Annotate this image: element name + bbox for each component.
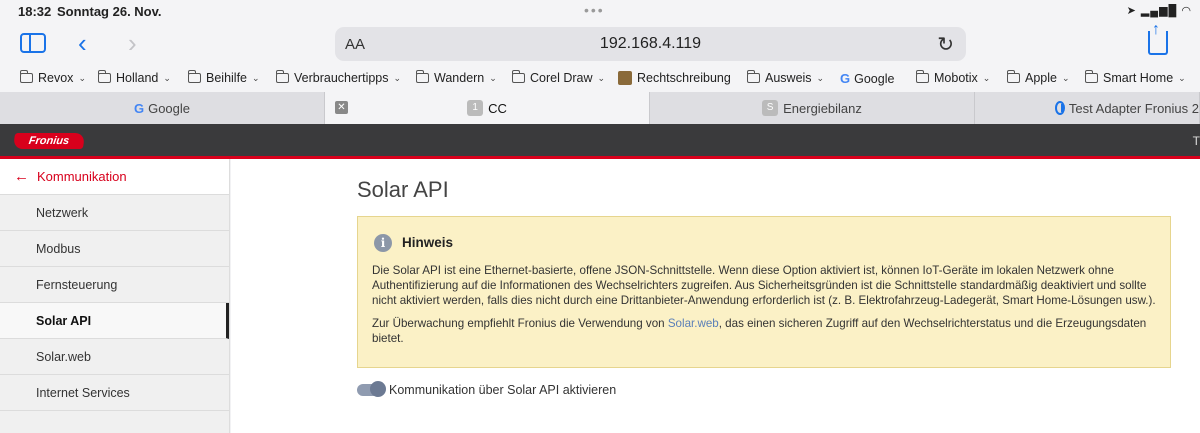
bookmark-folder-smart-home[interactable]: Smart Home ⌄ (1085, 70, 1186, 85)
status-time: 18:32 (18, 4, 52, 19)
bookmark-label: Smart Home (1103, 71, 1174, 85)
folder-icon (20, 70, 33, 83)
forward-chevron-icon[interactable]: › (128, 28, 137, 58)
nav-item-solar-api[interactable]: Solar API (0, 303, 229, 339)
bookmark-label: Mobotix (934, 71, 978, 85)
bookmark-label: Rechtschreibung (637, 71, 731, 85)
bookmark-folder-beihilfe[interactable]: Beihilfe ⌄ (188, 70, 260, 85)
hint-text-before: Zur Überwachung empfiehlt Fronius die Ve… (372, 317, 668, 330)
folder-icon (747, 70, 760, 83)
main-content: Solar API i Hinweis Die Solar API ist ei… (231, 159, 1200, 433)
chevron-down-icon: ⌄ (489, 72, 497, 83)
chevron-down-icon: ⌄ (982, 72, 991, 83)
nav-item-netzwerk[interactable]: Netzwerk (0, 195, 229, 231)
settings-nav: ← Kommunikation Netzwerk Modbus Fernsteue… (0, 159, 230, 433)
bookmark-google[interactable]: G Google (840, 71, 894, 86)
bookmark-label: Google (854, 71, 895, 86)
bookmark-label: Apple (1025, 71, 1057, 85)
chevron-down-icon: ⌄ (252, 72, 260, 83)
info-icon (1055, 101, 1065, 115)
hint-title: Hinweis (402, 235, 454, 250)
bookmark-label: Beihilfe (206, 71, 247, 85)
folder-icon (98, 70, 111, 83)
google-icon: G (133, 100, 145, 116)
fronius-header: Fronius T (0, 124, 1200, 159)
multitasking-dots-icon[interactable]: ••• (584, 2, 605, 18)
header-right-text: T (1192, 134, 1200, 148)
bookmark-label: Ausweis (765, 71, 812, 85)
chevron-down-icon: ⌄ (393, 72, 402, 83)
google-icon: G (840, 71, 851, 86)
bookmark-folder-ausweis[interactable]: Ausweis ⌄ (747, 70, 825, 85)
bookmark-label: Corel Draw (530, 71, 593, 85)
status-date: Sonntag 26. Nov. (57, 4, 162, 19)
browser-toolbar: ‹ › AA 192.168.4.119 ↻ (0, 21, 1200, 66)
bookmark-folder-verbrauchertipps[interactable]: Verbrauchertipps ⌄ (276, 70, 402, 85)
folder-icon (416, 70, 429, 83)
toggle-label: Kommunikation über Solar API aktivieren (389, 383, 617, 397)
tab-label: CC (488, 100, 507, 116)
chevron-down-icon: ⌄ (1061, 72, 1070, 83)
bookmark-label: Wandern (434, 71, 485, 85)
nav-item-fernsteuerung[interactable]: Fernsteuerung (0, 267, 229, 303)
nav-back-label: Kommunikation (37, 169, 127, 184)
tab-bar: G Google ✕ 1 CC S Energiebilanz Test Ada… (0, 92, 1200, 124)
folder-icon (1007, 70, 1020, 83)
tab-badge: S (762, 100, 779, 116)
folder-icon (188, 70, 201, 83)
reload-icon[interactable]: ↻ (937, 32, 954, 57)
tab-test-adapter-fronius[interactable]: Test Adapter Fronius 2 (975, 92, 1200, 124)
folder-icon (276, 70, 289, 83)
bookmark-rechtschreibung[interactable]: Rechtschreibung (618, 71, 731, 85)
fronius-logo[interactable]: Fronius (12, 133, 86, 149)
arrow-left-icon: ← (14, 168, 29, 185)
folder-icon (916, 70, 929, 83)
tab-energiebilanz[interactable]: S Energiebilanz (650, 92, 975, 124)
folder-icon (1085, 70, 1098, 83)
back-chevron-icon[interactable]: ‹ (78, 28, 87, 58)
nav-item-modbus[interactable]: Modbus (0, 231, 229, 267)
share-icon[interactable] (1148, 21, 1168, 55)
bookmark-folder-holland[interactable]: Holland ⌄ (98, 70, 171, 85)
chevron-down-icon: ⌄ (163, 72, 171, 83)
chevron-down-icon: ⌄ (816, 72, 825, 83)
bookmark-label: Holland (116, 71, 159, 85)
chevron-down-icon: ⌄ (1178, 72, 1186, 83)
solar-api-toggle[interactable] (357, 381, 386, 397)
folder-icon (512, 70, 525, 83)
url-text[interactable]: 192.168.4.119 (335, 35, 966, 53)
info-icon: i (374, 234, 392, 252)
hint-paragraph-2: Zur Überwachung empfiehlt Fronius die Ve… (372, 316, 1158, 346)
nav-item-solar-web[interactable]: Solar.web (0, 339, 229, 375)
tab-label: Test Adapter Fronius 2 (1068, 100, 1199, 116)
tab-cc[interactable]: ✕ 1 CC (325, 92, 650, 124)
tab-google[interactable]: G Google (0, 92, 325, 124)
bookmark-folder-revox[interactable]: Revox ⌄ (20, 70, 86, 85)
tab-label: Energiebilanz (783, 100, 862, 116)
solar-web-link[interactable]: Solar.web (668, 317, 719, 330)
status-bar: 18:32 Sonntag 26. Nov. ••• ➤ ▂▄▆█ ◠ (0, 0, 1200, 22)
chevron-down-icon: ⌄ (597, 72, 606, 83)
address-bar[interactable]: AA 192.168.4.119 ↻ (335, 27, 966, 61)
page-title: Solar API (357, 177, 449, 202)
signal-wifi-icon: ➤ ▂▄▆█ ◠ (1126, 5, 1192, 17)
chevron-down-icon: ⌄ (78, 72, 86, 83)
bookmarks-bar: Revox ⌄ Holland ⌄ Beihilfe ⌄ Verbrauchertip… (0, 66, 1200, 92)
bookmark-folder-wandern[interactable]: Wandern ⌄ (416, 70, 497, 85)
hint-paragraph-1: Die Solar API ist eine Ethernet-basierte… (372, 264, 1156, 307)
nav-back-kommunikation[interactable]: ← Kommunikation (0, 159, 229, 195)
bookmark-label: Revox (38, 71, 74, 85)
close-tab-icon[interactable]: ✕ (335, 101, 348, 114)
bookmark-folder-corel-draw[interactable]: Corel Draw ⌄ (512, 70, 606, 85)
nav-item-internet-services[interactable]: Internet Services (0, 375, 229, 411)
hint-box: i Hinweis Die Solar API ist eine Etherne… (357, 216, 1171, 368)
tab-badge: 1 (467, 100, 484, 116)
solar-api-toggle-row: Kommunikation über Solar API aktivieren (357, 381, 617, 397)
bookmark-label: Verbrauchertipps (294, 71, 389, 85)
bookmark-folder-mobotix[interactable]: Mobotix ⌄ (916, 70, 991, 85)
sidebar-toggle-icon[interactable] (20, 33, 46, 53)
bookmark-folder-apple[interactable]: Apple ⌄ (1007, 70, 1070, 85)
tab-label: Google (148, 100, 191, 116)
site-favicon-icon (618, 71, 632, 85)
